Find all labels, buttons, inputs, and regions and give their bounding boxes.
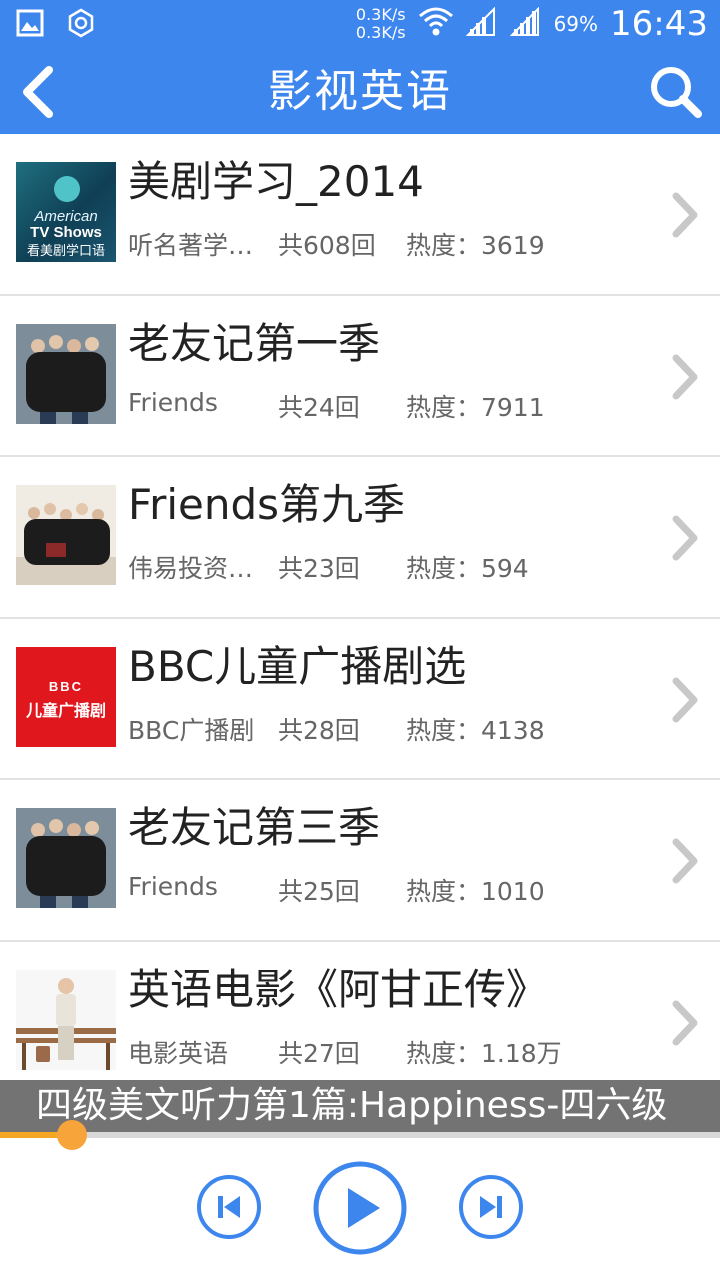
- item-source: 听名著学…: [128, 231, 254, 260]
- item-episode-count: 共25回: [278, 877, 360, 906]
- clock: 16:43: [610, 4, 708, 44]
- item-source: Friends: [128, 387, 218, 417]
- settings-hex-icon: [66, 8, 96, 42]
- signal-2-icon: [509, 6, 542, 41]
- item-popularity: 热度：1.18万: [406, 1038, 562, 1068]
- chevron-right-icon: [672, 192, 698, 238]
- item-episode-count: 共28回: [278, 715, 360, 745]
- program-list: American TV Shows 看美剧学口语 美剧学习_2014 听名著学……: [0, 134, 720, 1103]
- wifi-icon: [418, 6, 454, 42]
- search-button[interactable]: [646, 64, 706, 120]
- status-bar: 0.3K/s 0.3K/s 69% 16:43: [0, 0, 720, 50]
- cover-thumbnail: [16, 969, 116, 1070]
- list-item[interactable]: 老友记第一季 Friends 共24回 热度：7911: [0, 295, 720, 457]
- play-badge-icon: [54, 176, 80, 202]
- item-title: 老友记第一季: [128, 318, 381, 368]
- item-episode-count: 共24回: [278, 392, 360, 422]
- net-speed-down: 0.3K/s: [355, 23, 406, 42]
- net-speed: 0.3K/s 0.3K/s: [356, 6, 406, 42]
- net-speed-up: 0.3K/s: [355, 5, 406, 24]
- thumb-text: American: [34, 208, 98, 225]
- cover-thumbnail: [16, 323, 116, 424]
- cover-thumbnail: BBC 儿童广播剧: [16, 646, 116, 747]
- item-source: BBC广播剧: [128, 715, 255, 745]
- mini-player: 四级美文听力第1篇:Happiness-四六级: [0, 1080, 720, 1280]
- now-playing-title[interactable]: 四级美文听力第1篇:Happiness-四六级: [0, 1080, 720, 1132]
- thumb-text: TV Shows: [30, 224, 102, 241]
- chevron-right-icon: [672, 515, 698, 561]
- cast-photo: [16, 323, 116, 424]
- item-title: 英语电影《阿甘正传》: [128, 964, 549, 1014]
- play-icon: [313, 1161, 407, 1255]
- item-title: BBC儿童广播剧选: [128, 641, 467, 691]
- play-button[interactable]: [312, 1160, 408, 1256]
- chevron-right-icon: [672, 838, 698, 884]
- item-popularity: 热度：4138: [406, 715, 545, 745]
- cover-thumbnail: [16, 485, 116, 585]
- app-header: 影视英语: [0, 50, 720, 134]
- cover-thumbnail: American TV Shows 看美剧学口语: [16, 162, 116, 262]
- item-source: Friends: [128, 872, 218, 901]
- item-popularity: 热度：7911: [406, 392, 545, 422]
- progress-knob[interactable]: [57, 1120, 87, 1150]
- search-icon: [651, 67, 702, 118]
- thumb-text: 儿童广播剧: [25, 700, 106, 720]
- item-source: 伟易投资…: [128, 554, 254, 583]
- skip-next-icon: [459, 1175, 523, 1239]
- movie-still: [16, 969, 116, 1070]
- list-item[interactable]: Friends第九季 伟易投资… 共23回 热度：594: [0, 457, 720, 619]
- chevron-right-icon: [672, 677, 698, 722]
- item-title: 美剧学习_2014: [128, 157, 424, 206]
- previous-button[interactable]: [196, 1174, 262, 1240]
- list-item[interactable]: BBC 儿童广播剧 BBC儿童广播剧选 BBC广播剧 共28回 热度：4138: [0, 618, 720, 780]
- signal-1-icon: [465, 6, 498, 41]
- item-title: Friends第九季: [128, 480, 406, 529]
- item-title: 老友记第三季: [128, 803, 381, 852]
- item-popularity: 热度：594: [406, 554, 529, 583]
- cast-photo: [16, 808, 116, 908]
- list-item[interactable]: 老友记第三季 Friends 共25回 热度：1010: [0, 780, 720, 942]
- item-source: 电影英语: [128, 1038, 229, 1068]
- skip-previous-icon: [197, 1175, 261, 1239]
- item-episode-count: 共608回: [278, 231, 376, 260]
- list-item[interactable]: American TV Shows 看美剧学口语 美剧学习_2014 听名著学……: [0, 134, 720, 296]
- chevron-right-icon: [672, 1000, 698, 1045]
- item-popularity: 热度：3619: [406, 231, 545, 260]
- progress-bar[interactable]: [0, 1120, 720, 1150]
- item-popularity: 热度：1010: [406, 877, 545, 906]
- next-button[interactable]: [458, 1174, 524, 1240]
- page-title: 影视英语: [268, 66, 452, 117]
- item-episode-count: 共27回: [278, 1038, 360, 1068]
- list-item[interactable]: 英语电影《阿甘正传》 电影英语 共27回 热度：1.18万: [0, 941, 720, 1103]
- item-episode-count: 共23回: [278, 554, 360, 583]
- chevron-right-icon: [672, 354, 698, 399]
- battery-level: 69%: [553, 12, 599, 36]
- thumb-text: 看美剧学口语: [26, 244, 105, 259]
- cast-photo: [16, 485, 116, 585]
- bbc-logo: BBC: [48, 678, 84, 694]
- gallery-icon: [16, 9, 44, 41]
- cover-thumbnail: [16, 808, 116, 908]
